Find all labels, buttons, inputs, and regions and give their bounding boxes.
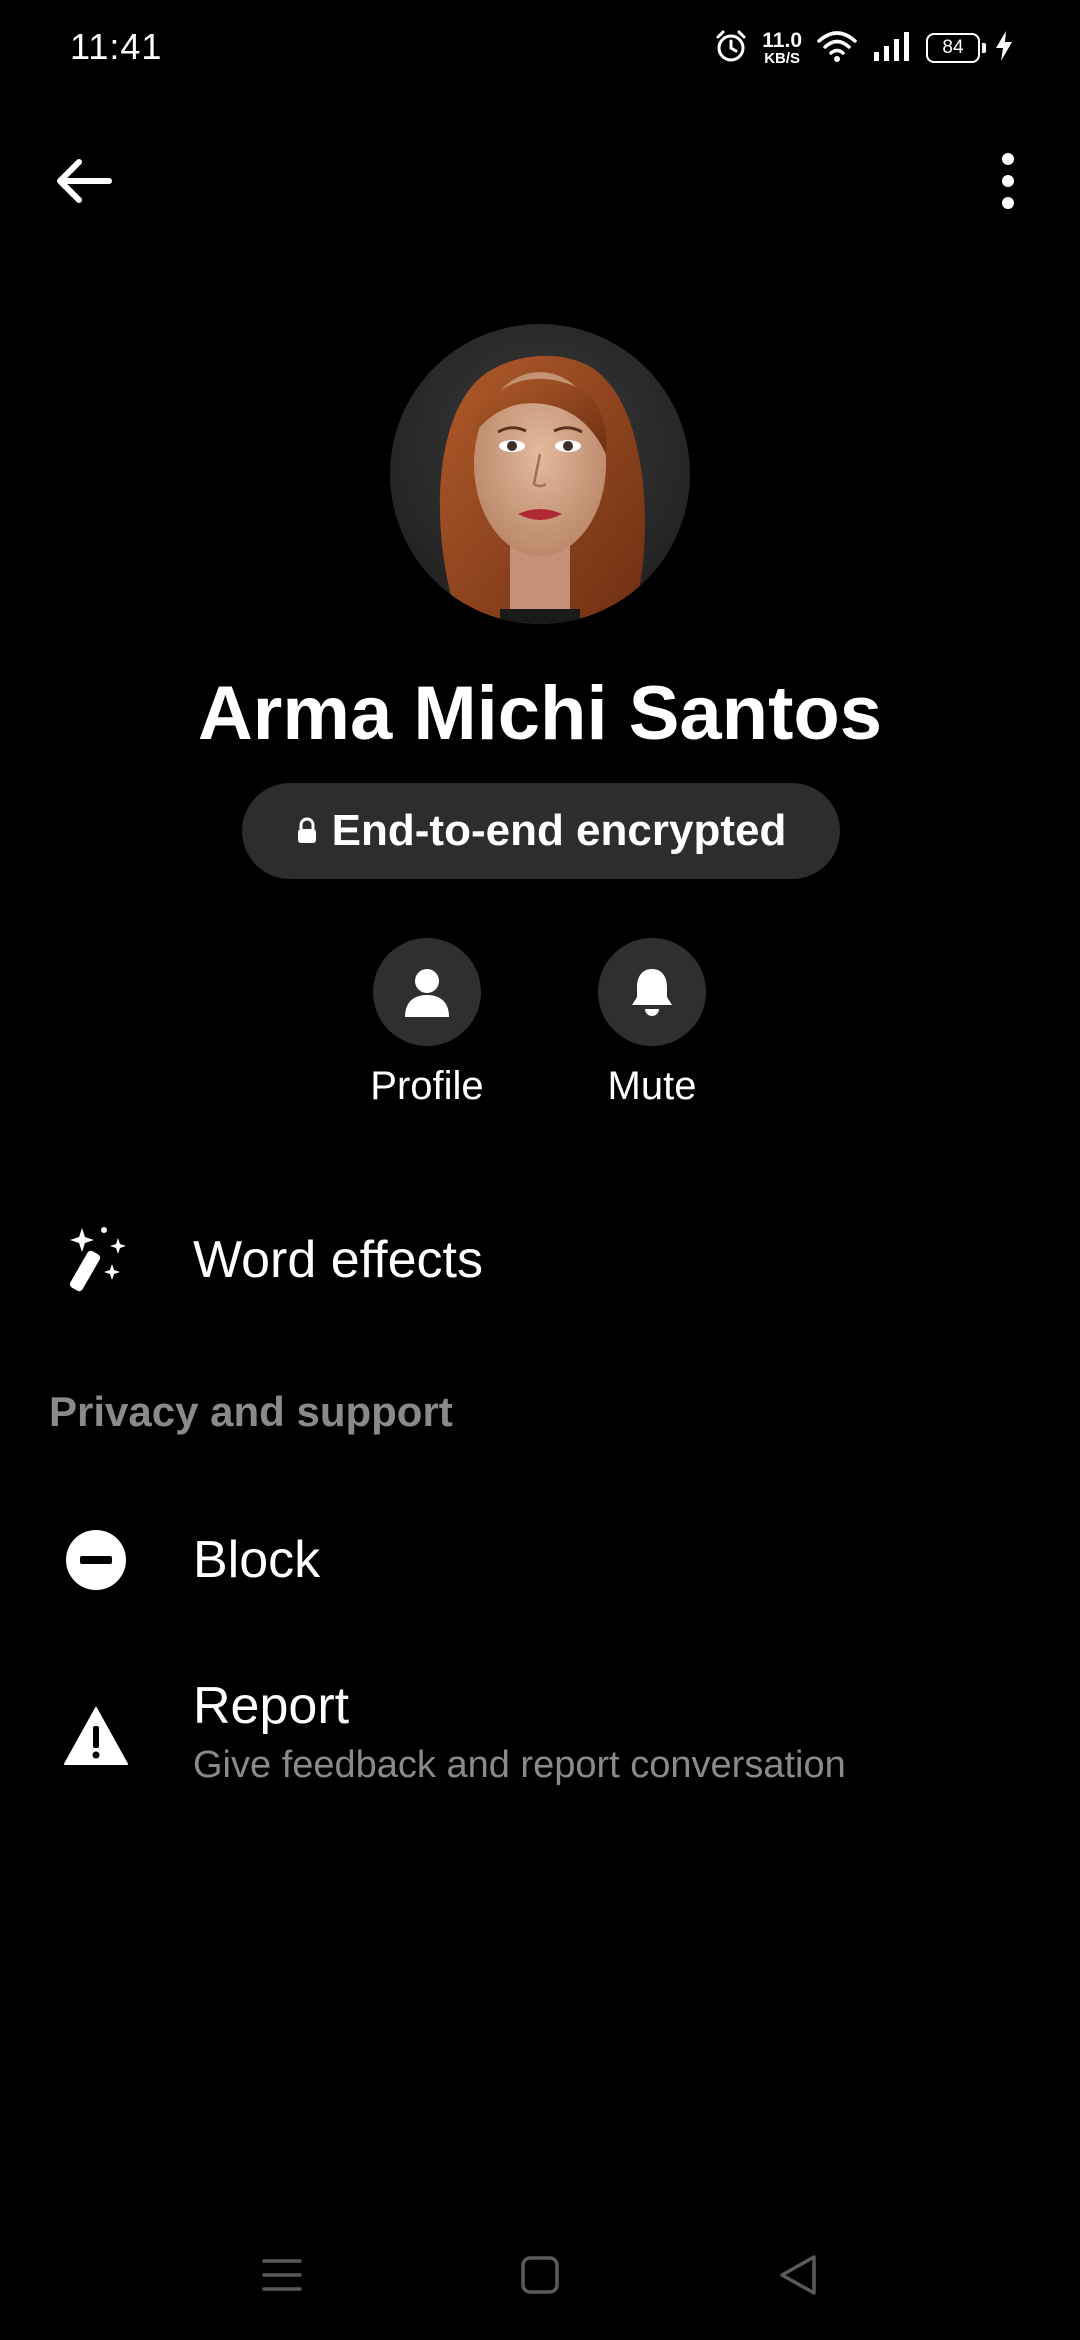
profile-action[interactable]: Profile	[327, 938, 527, 1109]
magic-wand-icon	[60, 1224, 132, 1296]
status-bar: 11:41 11.0 KB/S 84	[0, 0, 1080, 96]
back-button[interactable]	[48, 146, 118, 216]
triangle-back-icon	[780, 2255, 816, 2295]
net-speed: 11.0 KB/S	[762, 30, 802, 66]
person-icon	[405, 969, 449, 1017]
block-row[interactable]: Block	[0, 1512, 1080, 1608]
encryption-badge[interactable]: End-to-end encrypted	[242, 783, 840, 879]
net-speed-value: 11.0	[762, 29, 802, 52]
back-nav-button[interactable]	[758, 2240, 838, 2310]
encryption-label: End-to-end encrypted	[331, 806, 787, 855]
system-nav-bar	[0, 2200, 1080, 2340]
profile-label: Profile	[370, 1064, 484, 1108]
screen: 11:41 11.0 KB/S 84 Arma Michi Santos End…	[0, 0, 1080, 2340]
recents-button[interactable]	[242, 2240, 322, 2310]
lock-icon	[297, 817, 316, 843]
mute-button[interactable]	[598, 938, 706, 1046]
section-header-privacy: Privacy and support	[49, 1388, 453, 1435]
charging-icon	[994, 30, 1014, 67]
home-button[interactable]	[500, 2240, 580, 2310]
more-options-button[interactable]	[978, 146, 1038, 216]
word-effects-row[interactable]: Word effects	[0, 1212, 1080, 1308]
more-vertical-icon	[1002, 153, 1014, 209]
contact-avatar[interactable]	[390, 324, 690, 624]
mute-label: Mute	[607, 1064, 697, 1108]
mute-action[interactable]: Mute	[552, 938, 752, 1109]
contact-name: Arma Michi Santos	[197, 671, 883, 756]
bell-icon	[632, 969, 672, 1016]
status-time: 11:41	[70, 26, 163, 67]
square-icon	[521, 2256, 559, 2294]
arrow-left-icon	[57, 159, 112, 203]
report-row[interactable]: Report Give feedback and report conversa…	[0, 1668, 1080, 1798]
block-label: Block	[193, 1531, 321, 1589]
block-icon	[60, 1524, 132, 1596]
wifi-icon	[816, 29, 858, 68]
status-icons: 11.0 KB/S 84	[714, 26, 1014, 70]
battery-indicator: 84	[926, 33, 986, 63]
menu-lines-icon	[262, 2259, 302, 2291]
warning-icon	[60, 1700, 132, 1772]
net-speed-unit: KB/S	[764, 50, 801, 67]
signal-icon	[872, 30, 912, 67]
alarm-icon	[714, 29, 748, 68]
profile-button[interactable]	[373, 938, 481, 1046]
battery-level: 84	[942, 37, 964, 58]
report-label: Report	[193, 1677, 350, 1735]
word-effects-label: Word effects	[193, 1231, 483, 1289]
report-subtitle: Give feedback and report conversation	[193, 1744, 846, 1786]
